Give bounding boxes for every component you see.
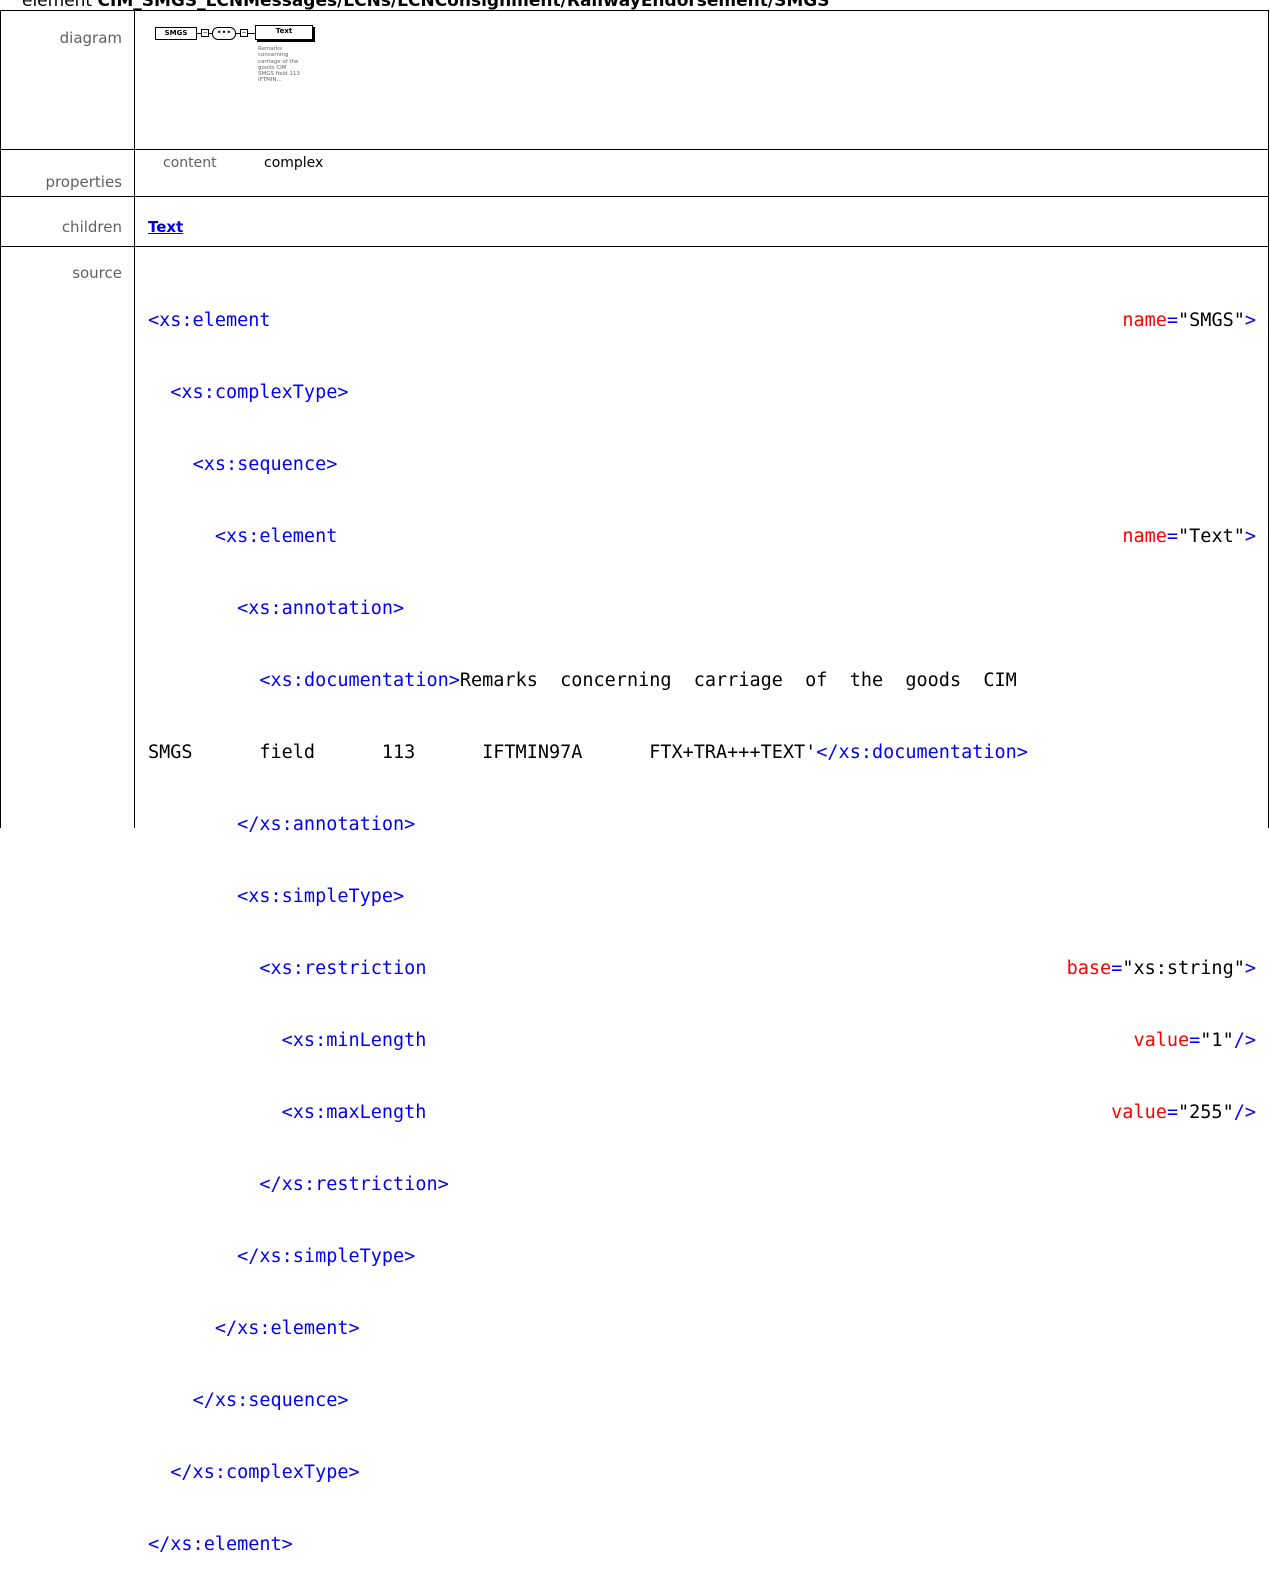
- code-line: SMGS field 113 IFTMIN97A FTX+TRA+++TEXT'…: [148, 742, 1028, 763]
- column-divider: [134, 10, 135, 828]
- code-line: <xs:complexType>: [170, 382, 349, 403]
- code-line: <xs:sequence>: [192, 454, 338, 475]
- schema-diagram[interactable]: SMGS − ••• − Text Remarks concerning car…: [155, 21, 325, 141]
- diagram-documentation: Remarks concerning carriage of the goods…: [258, 46, 300, 84]
- row-divider: [0, 196, 1269, 197]
- code-line: <xs:element name="Text">: [214, 526, 1256, 547]
- properties-label: properties: [45, 173, 122, 191]
- property-value: complex: [264, 155, 324, 171]
- code-line: </xs:restriction>: [259, 1174, 449, 1195]
- code-line: <xs:documentation>Remarks concerning car…: [259, 670, 1017, 691]
- code-line: </xs:annotation>: [237, 814, 416, 835]
- code-line: </xs:complexType>: [170, 1462, 360, 1483]
- sequence-icon: •••: [212, 27, 236, 40]
- code-line: </xs:element>: [214, 1318, 360, 1339]
- diagram-label: diagram: [59, 29, 122, 47]
- code-line: <xs:element name="SMGS">: [148, 310, 1256, 331]
- code-line: <xs:annotation>: [237, 598, 405, 619]
- row-divider: [0, 149, 1269, 150]
- code-line: <xs:simpleType>: [237, 886, 405, 907]
- code-line: </xs:sequence>: [192, 1390, 349, 1411]
- source-code: <xs:element name="SMGS"> <xs:complexType>…: [148, 261, 1256, 1581]
- diagram-child-box[interactable]: Text: [255, 25, 313, 40]
- children-label: children: [61, 218, 122, 236]
- child-link-text[interactable]: Text: [148, 218, 183, 236]
- diagram-element-box[interactable]: SMGS: [155, 27, 197, 40]
- code-line: <xs:maxLength value="255"/>: [281, 1102, 1256, 1123]
- code-line: <xs:minLength value="1"/>: [281, 1030, 1256, 1051]
- code-line: </xs:element>: [148, 1534, 293, 1555]
- diagram-connector: [247, 33, 255, 34]
- code-line: <xs:restriction base="xs:string">: [259, 958, 1256, 979]
- property-key: content: [163, 155, 217, 171]
- code-line: </xs:simpleType>: [237, 1246, 416, 1267]
- source-label: source: [72, 264, 122, 282]
- row-divider: [0, 246, 1269, 247]
